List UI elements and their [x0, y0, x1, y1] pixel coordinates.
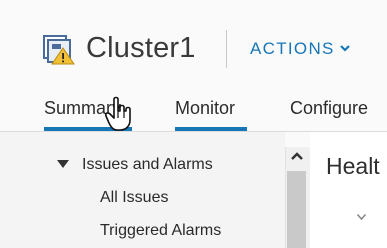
cluster-warning-icon: [43, 35, 75, 65]
tree-item-all-issues[interactable]: All Issues: [100, 188, 168, 208]
actions-button-label: ACTIONS: [250, 39, 335, 58]
header-divider: [226, 30, 227, 68]
chevron-down-icon: [339, 45, 350, 52]
content-title: Healt: [326, 153, 380, 179]
actions-button[interactable]: ACTIONS: [250, 38, 351, 60]
hand-pointer-icon: [105, 96, 131, 131]
content-pane: [310, 132, 387, 248]
caret-down-icon[interactable]: [57, 160, 69, 169]
tree-item-triggered-alarms[interactable]: Triggered Alarms: [100, 221, 221, 241]
chevron-up-icon[interactable]: [290, 151, 304, 161]
scrollbar-thumb[interactable]: [287, 171, 306, 248]
chevron-down-icon[interactable]: [356, 213, 367, 221]
page-title: Cluster1: [86, 32, 196, 64]
tab-monitor[interactable]: Monitor: [175, 97, 235, 119]
tab-configure[interactable]: Configure: [290, 97, 368, 119]
tree-group-issues-and-alarms[interactable]: Issues and Alarms: [82, 155, 213, 175]
screenshot-frame: Cluster1 ACTIONS Summary Monitor Configu…: [0, 0, 387, 248]
